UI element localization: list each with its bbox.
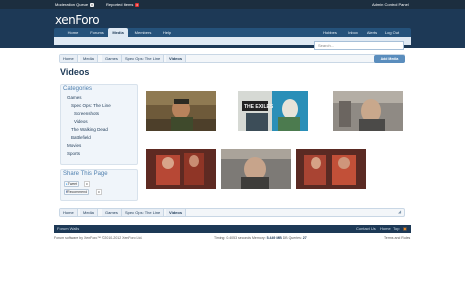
tab-forums[interactable]: Forums	[86, 28, 108, 37]
inbox-link[interactable]: Inbox	[344, 28, 362, 37]
admin-control-panel-link[interactable]: Admin Control Panel	[372, 2, 409, 7]
crumb-games[interactable]: Games	[102, 55, 122, 62]
category-walking-dead[interactable]: The Walking Dead	[71, 127, 108, 133]
tab-help[interactable]: Help	[158, 28, 176, 37]
footer: Forum Walls Contact Us Home Top ▣	[54, 225, 411, 233]
category-games[interactable]: Games	[67, 95, 82, 101]
category-movies[interactable]: Movies	[67, 143, 81, 149]
share-heading: Share This Page	[63, 171, 108, 177]
breadcrumb: Home Media Games Spec Ops: The Line Vide…	[59, 54, 405, 63]
page-title: Videos	[60, 67, 90, 77]
crumb-media[interactable]: Media	[80, 55, 98, 62]
rss-icon[interactable]: ◢	[398, 210, 402, 214]
crumb-games[interactable]: Games	[102, 209, 122, 216]
category-sports[interactable]: Sports	[67, 151, 80, 157]
tab-home[interactable]: Home	[60, 28, 86, 37]
media-thumbnail[interactable]	[221, 149, 291, 189]
footer-style-link[interactable]: Forum Walls	[57, 225, 79, 233]
site-logo[interactable]: xenForo	[55, 13, 100, 27]
alerts-link[interactable]: Alerts	[362, 28, 382, 37]
thumbnail-caption: THE EXILES	[244, 104, 274, 110]
category-screenshots[interactable]: Screenshots	[74, 111, 99, 117]
category-battlefield[interactable]: Battlefield	[71, 135, 91, 141]
moderator-bar: Moderation Queue 0 Reported Items 0 Admin …	[0, 0, 465, 9]
tweet-button[interactable]: ▸Tweet	[64, 181, 80, 187]
crumb-videos[interactable]: Videos	[166, 55, 187, 62]
red-armor-2-image	[296, 149, 366, 189]
recommend-count: 0	[96, 189, 102, 195]
moderation-queue-count: 0	[90, 3, 94, 7]
contact-link[interactable]: Contact Us	[356, 225, 376, 233]
account-user-link[interactable]: Hobbes	[322, 28, 338, 37]
copyright-text: Forum software by XenForo™ ©2010-2012 Xe…	[54, 236, 143, 240]
home-link[interactable]: Home	[380, 225, 391, 233]
soldier-gray-image	[333, 91, 403, 131]
add-media-button[interactable]: Add Media	[374, 55, 405, 63]
recommend-button[interactable]: fRecommend	[64, 189, 90, 195]
crumb-home[interactable]: Home	[60, 209, 78, 216]
search-input[interactable]: Search...	[314, 41, 404, 50]
soldier-desert-image	[146, 91, 216, 131]
tweet-count: 0	[84, 181, 90, 187]
terms-link[interactable]: Terms and Rules	[384, 236, 410, 240]
media-thumbnail[interactable]	[333, 91, 403, 131]
media-thumbnail[interactable]	[146, 149, 216, 189]
tab-media[interactable]: Media	[108, 28, 128, 37]
tab-members[interactable]: Members	[130, 28, 156, 37]
red-armor-image	[146, 149, 216, 189]
crumb-media[interactable]: Media	[80, 209, 98, 216]
category-videos[interactable]: Videos	[74, 119, 88, 125]
category-spec-ops[interactable]: Spec Ops: The Line	[71, 103, 111, 109]
crumb-spec-ops[interactable]: Spec Ops: The Line	[122, 209, 165, 216]
logout-link[interactable]: Log Out	[382, 28, 402, 37]
crumb-videos[interactable]: Videos	[166, 209, 187, 216]
soldier-face-image	[221, 149, 291, 189]
debug-info: Timing: 0.4053 seconds Memory: 5.449 MB …	[214, 236, 307, 240]
exiles-image: THE EXILES	[238, 91, 308, 131]
rss-icon[interactable]: ▣	[403, 225, 407, 233]
breadcrumb-bottom: Home Media Games Spec Ops: The Line Vide…	[59, 208, 405, 217]
media-thumbnail[interactable]: THE EXILES	[238, 91, 308, 131]
categories-heading: Categories	[63, 86, 93, 92]
crumb-spec-ops[interactable]: Spec Ops: The Line	[122, 55, 165, 62]
media-thumbnail[interactable]	[296, 149, 366, 189]
moderation-queue-link[interactable]: Moderation Queue 0	[55, 2, 94, 7]
reported-items-link[interactable]: Reported Items 0	[106, 2, 140, 7]
reported-items-count: 0	[135, 3, 140, 7]
crumb-home[interactable]: Home	[60, 55, 78, 62]
media-thumbnail[interactable]	[146, 91, 216, 131]
top-link[interactable]: Top	[393, 225, 399, 233]
